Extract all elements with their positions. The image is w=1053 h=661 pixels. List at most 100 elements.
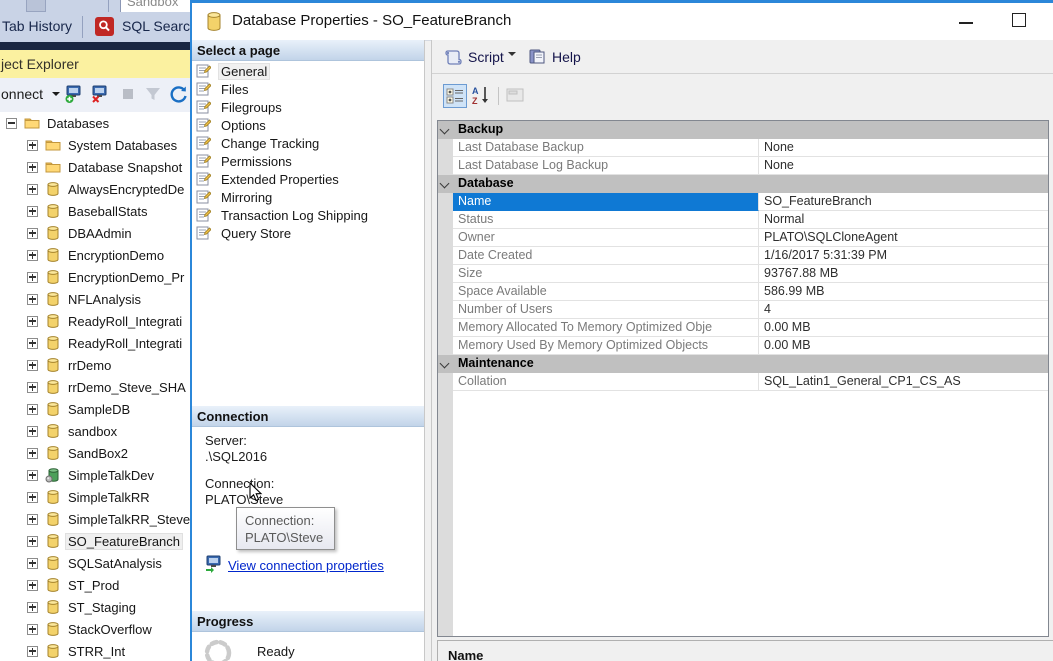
tree-item[interactable]: EncryptionDemo_Pr: [0, 266, 190, 288]
filter-icon[interactable]: [143, 84, 163, 104]
property-row[interactable]: Backup: [438, 121, 1048, 139]
property-name[interactable]: Date Created: [453, 247, 759, 265]
categorized-view-button[interactable]: [443, 84, 467, 108]
page-list-item[interactable]: General: [192, 62, 424, 80]
page-list-item[interactable]: Filegroups: [192, 98, 424, 116]
script-button[interactable]: Script: [444, 46, 514, 68]
property-name[interactable]: Collation: [453, 373, 759, 391]
property-name[interactable]: Memory Allocated To Memory Optimized Obj…: [453, 319, 759, 337]
maximize-button[interactable]: [998, 3, 1042, 39]
expand-toggle-icon[interactable]: [27, 381, 38, 393]
tree-item[interactable]: STRR_Int: [0, 640, 190, 661]
property-name[interactable]: Memory Used By Memory Optimized Objects: [453, 337, 759, 355]
tree-item[interactable]: SandBox2: [0, 442, 190, 464]
tree-item[interactable]: ST_Prod: [0, 574, 190, 596]
property-row[interactable]: Last Database Log Backup None: [438, 157, 1048, 175]
property-row[interactable]: Memory Used By Memory Optimized Objects …: [438, 337, 1048, 355]
tree-item[interactable]: ReadyRoll_Integrati: [0, 310, 190, 332]
property-name[interactable]: Name: [453, 193, 759, 211]
view-connection-properties-link[interactable]: View connection properties: [228, 558, 384, 573]
property-row[interactable]: Name SO_FeatureBranch: [438, 193, 1048, 211]
property-row[interactable]: Status Normal: [438, 211, 1048, 229]
tree-item[interactable]: SampleDB: [0, 398, 190, 420]
page-list-item[interactable]: Transaction Log Shipping: [192, 206, 424, 224]
property-row[interactable]: Size 93767.88 MB: [438, 265, 1048, 283]
expand-toggle-icon[interactable]: [27, 447, 38, 459]
expand-toggle-icon[interactable]: [27, 601, 38, 613]
expand-toggle-icon[interactable]: [27, 469, 38, 481]
tree-item[interactable]: EncryptionDemo: [0, 244, 190, 266]
page-list-item[interactable]: Query Store: [192, 224, 424, 242]
property-name[interactable]: Number of Users: [453, 301, 759, 319]
property-row[interactable]: Date Created 1/16/2017 5:31:39 PM: [438, 247, 1048, 265]
tree-item[interactable]: sandbox: [0, 420, 190, 442]
database-combobox[interactable]: Sandbox: [120, 0, 190, 12]
disconnect-server-icon[interactable]: [90, 84, 110, 104]
property-name[interactable]: Status: [453, 211, 759, 229]
expand-toggle-icon[interactable]: [27, 513, 38, 525]
tree-item[interactable]: SO_FeatureBranch: [0, 530, 190, 552]
property-pages-button[interactable]: [504, 84, 528, 108]
expand-toggle-icon[interactable]: [27, 161, 38, 173]
property-row[interactable]: Database: [438, 175, 1048, 193]
expand-toggle-icon[interactable]: [27, 249, 38, 261]
expand-toggle-icon[interactable]: [27, 227, 38, 239]
expand-toggle-icon[interactable]: [27, 139, 38, 151]
expand-toggle-icon[interactable]: [27, 205, 38, 217]
tree-item[interactable]: ReadyRoll_Integrati: [0, 332, 190, 354]
expand-toggle-icon[interactable]: [27, 645, 38, 657]
property-value[interactable]: 93767.88 MB: [759, 265, 1048, 283]
property-name[interactable]: Last Database Log Backup: [453, 157, 759, 175]
property-value[interactable]: SO_FeatureBranch: [759, 193, 1048, 211]
expand-toggle-icon[interactable]: [27, 293, 38, 305]
expand-toggle-icon[interactable]: [27, 623, 38, 635]
sql-search-icon[interactable]: [95, 17, 114, 36]
property-row[interactable]: Space Available 586.99 MB: [438, 283, 1048, 301]
property-value[interactable]: PLATO\SQLCloneAgent: [759, 229, 1048, 247]
tree-item[interactable]: AlwaysEncryptedDe: [0, 178, 190, 200]
expand-toggle-icon[interactable]: [27, 579, 38, 591]
tree-item[interactable]: SimpleTalkRR: [0, 486, 190, 508]
dialog-titlebar[interactable]: Database Properties - SO_FeatureBranch: [192, 3, 1053, 41]
tree-item[interactable]: Databases: [0, 112, 190, 134]
script-dropdown-caret-icon[interactable]: [508, 52, 516, 56]
page-list-item[interactable]: Options: [192, 116, 424, 134]
tree-item[interactable]: StackOverflow: [0, 618, 190, 640]
property-name[interactable]: Backup: [453, 121, 508, 139]
property-name[interactable]: Maintenance: [453, 355, 539, 373]
tree-item[interactable]: SimpleTalkRR_Steve: [0, 508, 190, 530]
property-name[interactable]: Database: [453, 175, 519, 193]
expand-toggle-icon[interactable]: [27, 403, 38, 415]
tree-item[interactable]: ST_Staging: [0, 596, 190, 618]
property-value[interactable]: SQL_Latin1_General_CP1_CS_AS: [759, 373, 1048, 391]
property-row[interactable]: Number of Users 4: [438, 301, 1048, 319]
property-name[interactable]: Space Available: [453, 283, 759, 301]
tree-item[interactable]: System Databases: [0, 134, 190, 156]
page-list-item[interactable]: Permissions: [192, 152, 424, 170]
property-row[interactable]: Owner PLATO\SQLCloneAgent: [438, 229, 1048, 247]
object-explorer-title[interactable]: ject Explorer: [0, 50, 190, 78]
property-name[interactable]: Size: [453, 265, 759, 283]
tree-item[interactable]: Database Snapshot: [0, 156, 190, 178]
expand-toggle-icon[interactable]: [27, 491, 38, 503]
tree-item[interactable]: rrDemo: [0, 354, 190, 376]
page-list-item[interactable]: Extended Properties: [192, 170, 424, 188]
tree-item[interactable]: BaseballStats: [0, 200, 190, 222]
expand-toggle-icon[interactable]: [27, 337, 38, 349]
tab-history-button[interactable]: Tab History: [2, 18, 72, 34]
property-row[interactable]: Memory Allocated To Memory Optimized Obj…: [438, 319, 1048, 337]
property-row[interactable]: Collation SQL_Latin1_General_CP1_CS_AS: [438, 373, 1048, 391]
refresh-icon[interactable]: [169, 84, 189, 104]
collapse-chevron-icon[interactable]: [439, 358, 450, 369]
property-value[interactable]: 1/16/2017 5:31:39 PM: [759, 247, 1048, 265]
expand-toggle-icon[interactable]: [27, 557, 38, 569]
expand-toggle-icon[interactable]: [27, 535, 38, 547]
expand-toggle-icon[interactable]: [27, 315, 38, 327]
tree-item[interactable]: rrDemo_Steve_SHA: [0, 376, 190, 398]
page-list-item[interactable]: Files: [192, 80, 424, 98]
toolbar-button-icon[interactable]: [26, 0, 46, 12]
sql-search-button[interactable]: SQL Search: [122, 18, 190, 34]
connect-caret-icon[interactable]: [52, 92, 60, 96]
property-value[interactable]: 586.99 MB: [759, 283, 1048, 301]
tree-item[interactable]: DBAAdmin: [0, 222, 190, 244]
